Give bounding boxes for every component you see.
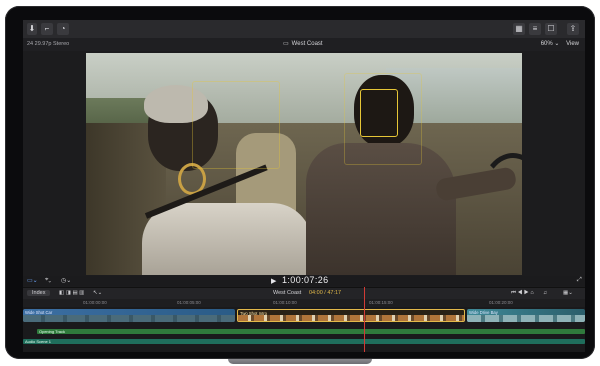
- clip-connect-icons[interactable]: ◧ ◨ ▤ ▥: [59, 290, 84, 296]
- audio-clip[interactable]: Opening Track: [37, 329, 585, 334]
- share-icon[interactable]: ⇪: [567, 23, 579, 35]
- crop-icon[interactable]: ⌖⌄: [45, 277, 51, 284]
- browser-icon[interactable]: ▦: [513, 23, 525, 35]
- select-tool-icon[interactable]: ↖⌄: [93, 290, 102, 296]
- ruler-mark: 01:00:05:00: [177, 300, 201, 305]
- app-screen: ⬇ ⌐ ◔ ▦ ≡ ☐ ⇪ 24 29.97p Stereo ▭ West Coa…: [23, 20, 585, 352]
- audio-clip[interactable]: Audio Scene 1: [23, 339, 585, 344]
- clip-format-info: 24 29.97p Stereo: [27, 41, 70, 47]
- fullscreen-icon[interactable]: ⤢: [577, 277, 582, 284]
- audio-skimming-icons[interactable]: ⏮ ◀ ▶ ⌂: [511, 290, 534, 297]
- tracking-region[interactable]: [344, 73, 422, 165]
- viewer-video-frame[interactable]: [86, 53, 522, 275]
- ruler-mark: 01:00:00:00: [83, 300, 107, 305]
- viewer-header: 24 29.97p Stereo ▭ West Coast 60% ⌄ View: [23, 38, 585, 51]
- top-toolbar: ⬇ ⌐ ◔ ▦ ≡ ☐ ⇪: [23, 20, 585, 39]
- timeline-clip[interactable]: Wide Shot Car: [23, 309, 235, 322]
- viewer-title: ▭ West Coast: [283, 41, 323, 47]
- project-name: West Coast: [273, 290, 302, 296]
- zoom-level[interactable]: 60%: [541, 41, 553, 47]
- import-icon[interactable]: ⬇: [27, 23, 37, 35]
- zoom-chevron-icon[interactable]: ⌄: [554, 41, 559, 47]
- timeline-ruler[interactable]: 01:00:00:00 01:00:05:00 01:00:10:00 01:0…: [23, 299, 585, 307]
- timeline-header: Index ◧ ◨ ▤ ▥ ↖⌄ West Coast 04:00 / 47:1…: [23, 287, 585, 299]
- ruler-mark: 01:00:10:00: [273, 300, 297, 305]
- effects-icon[interactable]: ☐: [545, 23, 557, 35]
- timeline-clip[interactable]: Wide Drive Bay: [467, 309, 585, 322]
- clapper-icon: ▭: [283, 41, 289, 47]
- project-duration: 04:00 / 47:17: [309, 290, 342, 296]
- woman-coat: [142, 203, 312, 275]
- selected-timeline-clip[interactable]: Two Shot Intro: [237, 309, 465, 322]
- index-button[interactable]: Index: [27, 290, 51, 296]
- view-menu[interactable]: View: [566, 41, 579, 47]
- video-enhancements-icon[interactable]: ▭⌄: [27, 277, 38, 284]
- clip-appearance-icon[interactable]: ▦⌄: [563, 290, 573, 296]
- timeline-tracks[interactable]: Wide Shot Car Two Shot Intro Wide Drive …: [23, 307, 585, 352]
- viewer-zoom-controls[interactable]: 60% ⌄ View: [541, 40, 579, 47]
- playhead[interactable]: [364, 287, 365, 352]
- secondary-focus-box[interactable]: [192, 81, 280, 169]
- speed-icon[interactable]: ◷⌄: [61, 277, 71, 284]
- ruler-mark: 01:00:20:00: [489, 300, 513, 305]
- keyword-icon[interactable]: ⌐: [41, 23, 53, 35]
- ruler-mark: 01:00:15:00: [369, 300, 393, 305]
- device-stand: [228, 359, 372, 364]
- background-tasks-icon[interactable]: ◔: [57, 23, 69, 35]
- timecode-display: 1:00:07:26: [282, 275, 329, 285]
- play-icon[interactable]: ▶: [271, 277, 276, 285]
- transport-bar: ▭⌄ ⌖⌄ ◷⌄ ▶ 1:00:07:26 ⤢: [23, 275, 585, 286]
- headphones-icon[interactable]: ♫: [543, 290, 547, 296]
- inspector-icon[interactable]: ≡: [529, 23, 541, 35]
- device-frame: ⬇ ⌐ ◔ ▦ ≡ ☐ ⇪ 24 29.97p Stereo ▭ West Coa…: [5, 6, 595, 359]
